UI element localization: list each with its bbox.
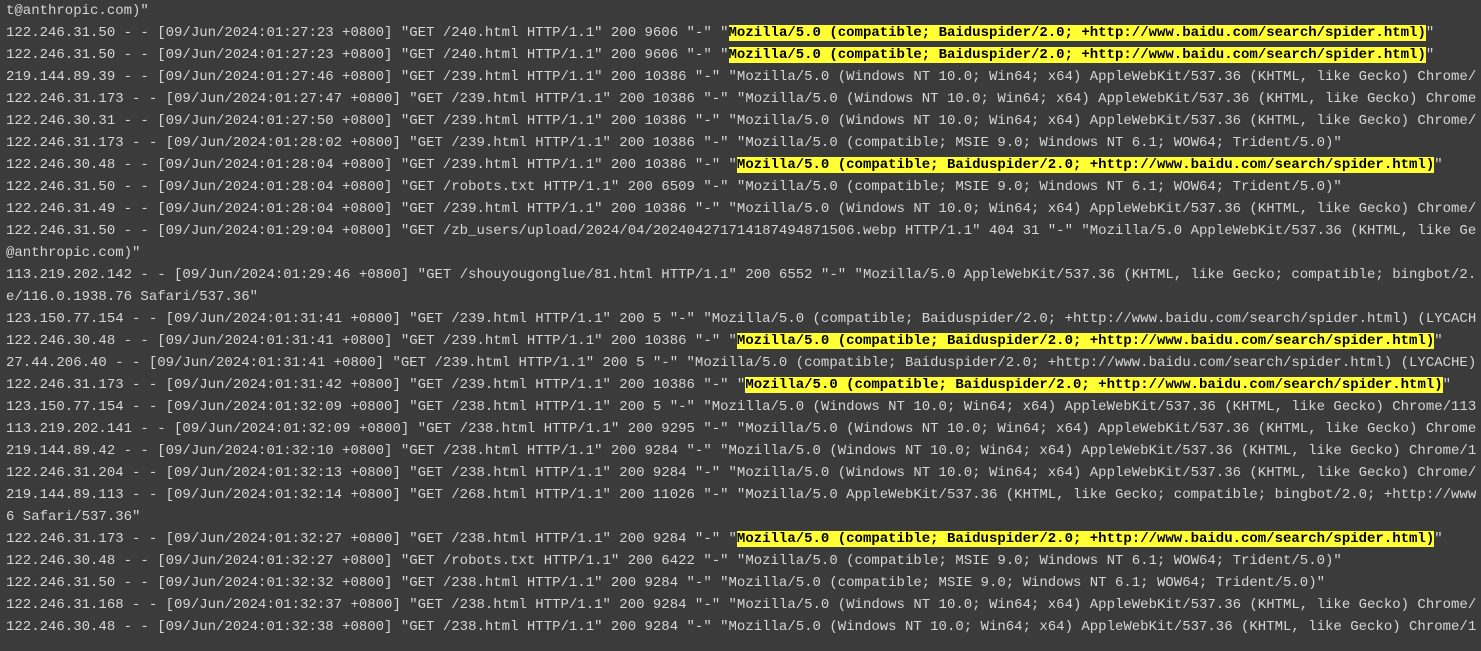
search-highlight: Mozilla/5.0 (compatible; Baiduspider/2.0…: [737, 157, 1434, 173]
log-line: 122.246.30.31 - - [09/Jun/2024:01:27:50 …: [6, 110, 1475, 132]
log-line: 123.150.77.154 - - [09/Jun/2024:01:31:41…: [6, 308, 1475, 330]
log-line: 122.246.31.50 - - [09/Jun/2024:01:27:23 …: [6, 22, 1475, 44]
log-line: 113.219.202.141 - - [09/Jun/2024:01:32:0…: [6, 418, 1475, 440]
log-line: e/116.0.1938.76 Safari/537.36": [6, 286, 1475, 308]
log-line: 122.246.31.173 - - [09/Jun/2024:01:32:27…: [6, 528, 1475, 550]
log-line-suffix: ": [1434, 333, 1442, 349]
log-line-prefix: 122.246.31.173 - - [09/Jun/2024:01:32:27…: [6, 531, 737, 547]
log-line: t@anthropic.com)": [6, 0, 1475, 22]
log-line: 219.144.89.39 - - [09/Jun/2024:01:27:46 …: [6, 66, 1475, 88]
log-line: 122.246.30.48 - - [09/Jun/2024:01:28:04 …: [6, 154, 1475, 176]
log-line: 6 Safari/537.36": [6, 506, 1475, 528]
log-line-prefix: 122.246.31.50 - - [09/Jun/2024:01:27:23 …: [6, 47, 729, 63]
log-line-prefix: 122.246.30.48 - - [09/Jun/2024:01:31:41 …: [6, 333, 737, 349]
log-line: 122.246.31.173 - - [09/Jun/2024:01:31:42…: [6, 374, 1475, 396]
log-line: 123.150.77.154 - - [09/Jun/2024:01:32:09…: [6, 396, 1475, 418]
search-highlight: Mozilla/5.0 (compatible; Baiduspider/2.0…: [737, 531, 1434, 547]
log-viewer[interactable]: t@anthropic.com)" 122.246.31.50 - - [09/J…: [0, 0, 1481, 642]
log-line: 122.246.31.49 - - [09/Jun/2024:01:28:04 …: [6, 198, 1475, 220]
log-line: @anthropic.com)": [6, 242, 1475, 264]
log-line: 122.246.31.50 - - [09/Jun/2024:01:28:04 …: [6, 176, 1475, 198]
search-highlight: Mozilla/5.0 (compatible; Baiduspider/2.0…: [729, 47, 1426, 63]
log-line-prefix: 122.246.30.48 - - [09/Jun/2024:01:28:04 …: [6, 157, 737, 173]
log-line: 113.219.202.142 - - [09/Jun/2024:01:29:4…: [6, 264, 1475, 286]
log-line: 122.246.30.48 - - [09/Jun/2024:01:32:38 …: [6, 616, 1475, 638]
log-line-suffix: ": [1426, 25, 1434, 41]
log-line: 122.246.30.48 - - [09/Jun/2024:01:32:27 …: [6, 550, 1475, 572]
log-line-prefix: 122.246.31.173 - - [09/Jun/2024:01:31:42…: [6, 377, 745, 393]
search-highlight: Mozilla/5.0 (compatible; Baiduspider/2.0…: [729, 25, 1426, 41]
log-line-suffix: ": [1434, 531, 1442, 547]
log-line: 27.44.206.40 - - [09/Jun/2024:01:31:41 +…: [6, 352, 1475, 374]
log-line-suffix: ": [1426, 47, 1434, 63]
log-line: 219.144.89.113 - - [09/Jun/2024:01:32:14…: [6, 484, 1475, 506]
log-line: 122.246.31.50 - - [09/Jun/2024:01:29:04 …: [6, 220, 1475, 242]
log-line: 122.246.31.168 - - [09/Jun/2024:01:32:37…: [6, 594, 1475, 616]
log-line: 122.246.30.48 - - [09/Jun/2024:01:31:41 …: [6, 330, 1475, 352]
log-line: 122.246.31.50 - - [09/Jun/2024:01:32:32 …: [6, 572, 1475, 594]
log-line-suffix: ": [1434, 157, 1442, 173]
log-line: 122.246.31.173 - - [09/Jun/2024:01:28:02…: [6, 132, 1475, 154]
log-line: 219.144.89.42 - - [09/Jun/2024:01:32:10 …: [6, 440, 1475, 462]
log-line: 122.246.31.50 - - [09/Jun/2024:01:27:23 …: [6, 44, 1475, 66]
log-line-suffix: ": [1443, 377, 1451, 393]
log-line: 122.246.31.204 - - [09/Jun/2024:01:32:13…: [6, 462, 1475, 484]
search-highlight: Mozilla/5.0 (compatible; Baiduspider/2.0…: [745, 377, 1442, 393]
log-line: 122.246.31.173 - - [09/Jun/2024:01:27:47…: [6, 88, 1475, 110]
search-highlight: Mozilla/5.0 (compatible; Baiduspider/2.0…: [737, 333, 1434, 349]
log-line-prefix: 122.246.31.50 - - [09/Jun/2024:01:27:23 …: [6, 25, 729, 41]
